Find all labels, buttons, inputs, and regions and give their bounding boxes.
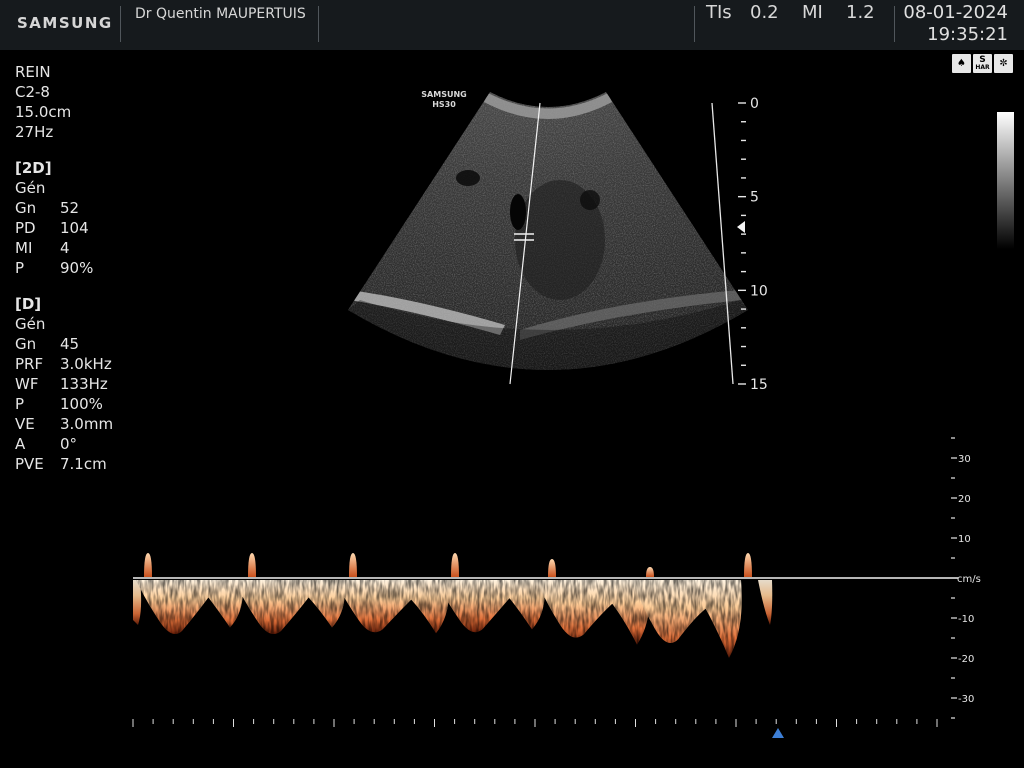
doppler-spectrum: cm/s 30 20 10 -10 -20 -30 bbox=[132, 437, 981, 738]
spectrum-spike bbox=[548, 559, 556, 577]
spectrum-beat-texture bbox=[436, 580, 545, 633]
spectrum-spike bbox=[744, 553, 752, 577]
velocity-label: -30 bbox=[958, 694, 974, 705]
velocity-label: -10 bbox=[958, 614, 974, 625]
sweep-position-marker bbox=[772, 728, 784, 738]
spectrum-beat-texture bbox=[631, 580, 742, 658]
spectrum-spike bbox=[248, 553, 256, 577]
velocity-label: 20 bbox=[958, 494, 971, 505]
time-axis bbox=[132, 719, 938, 727]
spectrum-beat-texture bbox=[136, 580, 243, 634]
spectrum-spikes bbox=[144, 553, 752, 577]
spectrum-beat bbox=[758, 580, 773, 625]
spectrum-spike bbox=[646, 567, 654, 577]
velocity-unit-label: cm/s bbox=[957, 574, 981, 585]
spectrum-waveform bbox=[133, 580, 773, 658]
spectrum-beat-texture bbox=[536, 580, 650, 645]
spectrum-spike bbox=[349, 553, 357, 577]
spectrum-beat-texture bbox=[234, 580, 345, 634]
velocity-label: -20 bbox=[958, 654, 974, 665]
spectrum-spike bbox=[144, 553, 152, 577]
velocity-label: 10 bbox=[958, 534, 971, 545]
velocity-label: 30 bbox=[958, 454, 971, 465]
spectrum-beat-texture bbox=[335, 580, 449, 634]
spectrum-spike bbox=[451, 553, 459, 577]
